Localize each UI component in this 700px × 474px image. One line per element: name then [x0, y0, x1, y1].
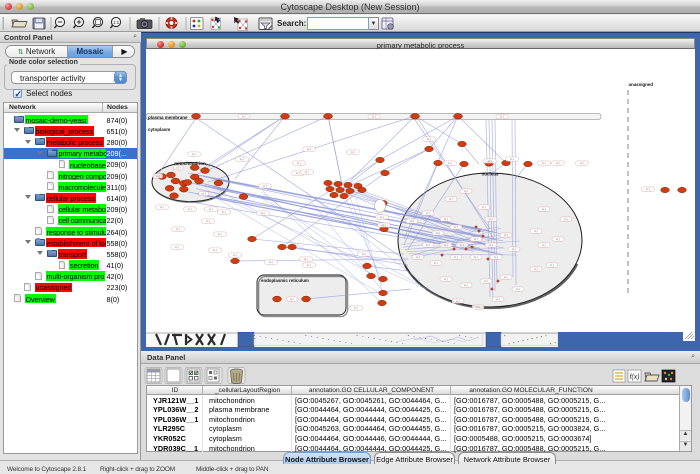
svg-text:endoplasmic reticulum: endoplasmic reticulum	[261, 278, 309, 283]
svg-text:x(-): x(-)	[504, 233, 509, 237]
svg-text:x(-): x(-)	[564, 217, 569, 221]
svg-text:x(-): x(-)	[290, 297, 295, 301]
svg-text:x(-): x(-)	[307, 147, 312, 151]
svg-text:plasma membrane: plasma membrane	[148, 115, 188, 120]
svg-text:x(-): x(-)	[476, 305, 481, 309]
svg-text:x(-): x(-)	[580, 161, 585, 165]
svg-text:nucleus: nucleus	[481, 172, 499, 177]
svg-text:x(-): x(-)	[222, 210, 227, 214]
svg-text:x(-): x(-)	[444, 217, 449, 221]
svg-text:x(-): x(-)	[156, 174, 161, 178]
svg-text:x(-): x(-)	[448, 161, 453, 165]
svg-text:x(-): x(-)	[351, 150, 356, 154]
svg-text:x(-): x(-)	[464, 189, 469, 193]
svg-text:x(-): x(-)	[427, 137, 432, 141]
svg-text:x(-): x(-)	[484, 279, 489, 283]
svg-text:x(-): x(-)	[488, 159, 493, 163]
svg-text:x(-): x(-)	[263, 184, 268, 188]
svg-text:x(-): x(-)	[556, 161, 561, 165]
svg-text:x(-): x(-)	[534, 267, 539, 271]
svg-text:cytoplasm: cytoplasm	[148, 127, 170, 132]
svg-text:x(-): x(-)	[474, 237, 479, 241]
svg-text:x(-): x(-)	[426, 243, 431, 247]
svg-text:x(-): x(-)	[380, 215, 385, 219]
svg-text:x(-): x(-)	[410, 219, 415, 223]
svg-text:x(-): x(-)	[504, 275, 509, 279]
svg-text:x(-): x(-)	[434, 261, 439, 265]
svg-text:x(-): x(-)	[460, 243, 465, 247]
svg-text:x(-): x(-)	[372, 115, 377, 119]
svg-text:x(-): x(-)	[516, 287, 521, 291]
svg-text:x(-): x(-)	[261, 211, 266, 215]
svg-text:x(-): x(-)	[218, 232, 223, 236]
svg-text:x(-): x(-)	[176, 227, 181, 231]
svg-text:x(-): x(-)	[192, 152, 197, 156]
svg-text:x(-): x(-)	[512, 247, 517, 251]
svg-text:unassigned: unassigned	[629, 82, 654, 87]
svg-text:x(-): x(-)	[500, 115, 505, 119]
svg-text:mitochondrion: mitochondrion	[174, 161, 206, 166]
svg-text:x(-): x(-)	[305, 170, 310, 174]
svg-text:x(-): x(-)	[444, 243, 449, 247]
svg-text:x(-): x(-)	[354, 306, 359, 310]
svg-text:x(-): x(-)	[454, 255, 459, 259]
svg-text:x(-): x(-)	[296, 171, 301, 175]
svg-text:x(-): x(-)	[240, 157, 245, 161]
svg-text:x(-): x(-)	[269, 260, 274, 264]
svg-text:x(-): x(-)	[436, 231, 441, 235]
svg-text:x(-): x(-)	[188, 207, 193, 211]
svg-text:x(-): x(-)	[213, 248, 218, 252]
svg-text:x(-): x(-)	[556, 237, 561, 241]
svg-text:x(-): x(-)	[201, 192, 206, 196]
svg-text:f(x): f(x)	[629, 374, 639, 381]
svg-text:x(-): x(-)	[242, 115, 247, 119]
svg-text:x(-): x(-)	[175, 245, 180, 249]
svg-text:x(-): x(-)	[382, 223, 387, 227]
svg-text:x(-): x(-)	[534, 229, 539, 233]
svg-text:x(-): x(-)	[307, 263, 312, 267]
svg-text:x(-): x(-)	[510, 157, 515, 161]
svg-text:x(-): x(-)	[489, 217, 494, 221]
svg-text:x(-): x(-)	[176, 166, 181, 170]
svg-text:1:1: 1:1	[113, 20, 120, 25]
svg-text:x(-): x(-)	[362, 252, 367, 256]
svg-text:x(-): x(-)	[304, 257, 309, 261]
svg-text:x(-): x(-)	[454, 225, 459, 229]
svg-text:x(-): x(-)	[206, 219, 211, 223]
svg-text:x(-): x(-)	[233, 253, 238, 257]
svg-text:x(-): x(-)	[444, 277, 449, 281]
svg-text:x(-): x(-)	[494, 255, 499, 259]
svg-text:x(-): x(-)	[550, 263, 555, 267]
svg-text:x(-): x(-)	[464, 283, 469, 287]
svg-text:x(-): x(-)	[209, 207, 214, 211]
svg-text:x(-): x(-)	[489, 243, 494, 247]
svg-text:x(-): x(-)	[542, 207, 547, 211]
svg-text:x(-): x(-)	[426, 211, 431, 215]
svg-text:x(-): x(-)	[542, 243, 547, 247]
svg-text:x(-): x(-)	[646, 187, 651, 191]
svg-text:x(-): x(-)	[482, 205, 487, 209]
svg-text:x(-): x(-)	[160, 205, 165, 209]
svg-text:x(-): x(-)	[474, 255, 479, 259]
svg-text:x(-): x(-)	[416, 255, 421, 259]
svg-text:x(-): x(-)	[449, 197, 454, 201]
svg-text:x(-): x(-)	[297, 161, 302, 165]
svg-text:x(-): x(-)	[542, 161, 547, 165]
svg-text:x(-): x(-)	[456, 299, 461, 303]
svg-text:x(-): x(-)	[496, 297, 501, 301]
